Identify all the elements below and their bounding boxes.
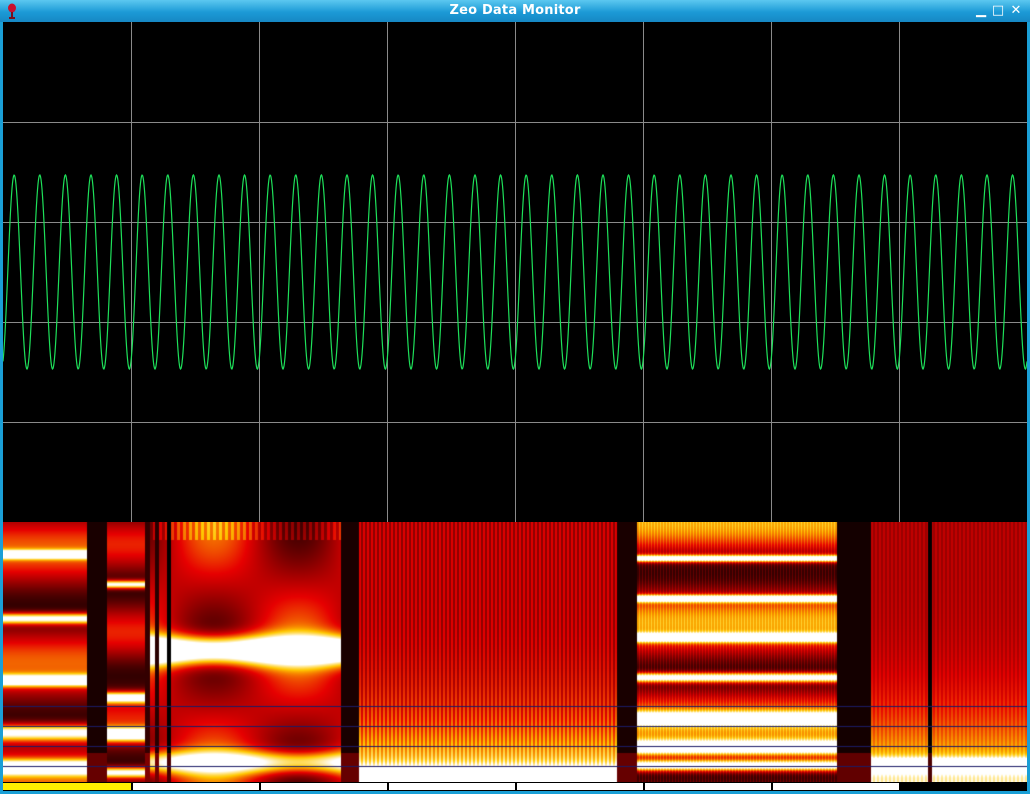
sleep-stage-bar: [3, 782, 1027, 791]
sleep-stage-segment: [133, 783, 259, 790]
minimize-button[interactable]: ▁: [973, 3, 989, 19]
maximize-icon: □: [991, 3, 1005, 18]
sleep-stage-segment: [3, 783, 131, 790]
eeg-waveform-display: [3, 22, 1027, 522]
minimize-icon: ▁: [976, 3, 986, 18]
sleep-stage-segment: [517, 783, 643, 790]
sleep-stage-segment: [773, 783, 899, 790]
maximize-button[interactable]: □: [990, 3, 1006, 19]
close-button[interactable]: ✕: [1008, 3, 1024, 19]
sleep-stage-segment: [389, 783, 515, 790]
window-title: Zeo Data Monitor: [449, 3, 581, 18]
app-window: Zeo Data Monitor ▁ □ ✕: [0, 0, 1030, 794]
sleep-stage-segment: [261, 783, 387, 790]
spectrogram-display: [3, 522, 1027, 782]
sleep-stage-segment: [901, 783, 1027, 790]
monitor-content: [3, 22, 1027, 791]
title-bar[interactable]: Zeo Data Monitor ▁ □ ✕: [0, 0, 1030, 22]
sleep-stage-segment: [645, 783, 771, 790]
close-icon: ✕: [1010, 3, 1022, 18]
